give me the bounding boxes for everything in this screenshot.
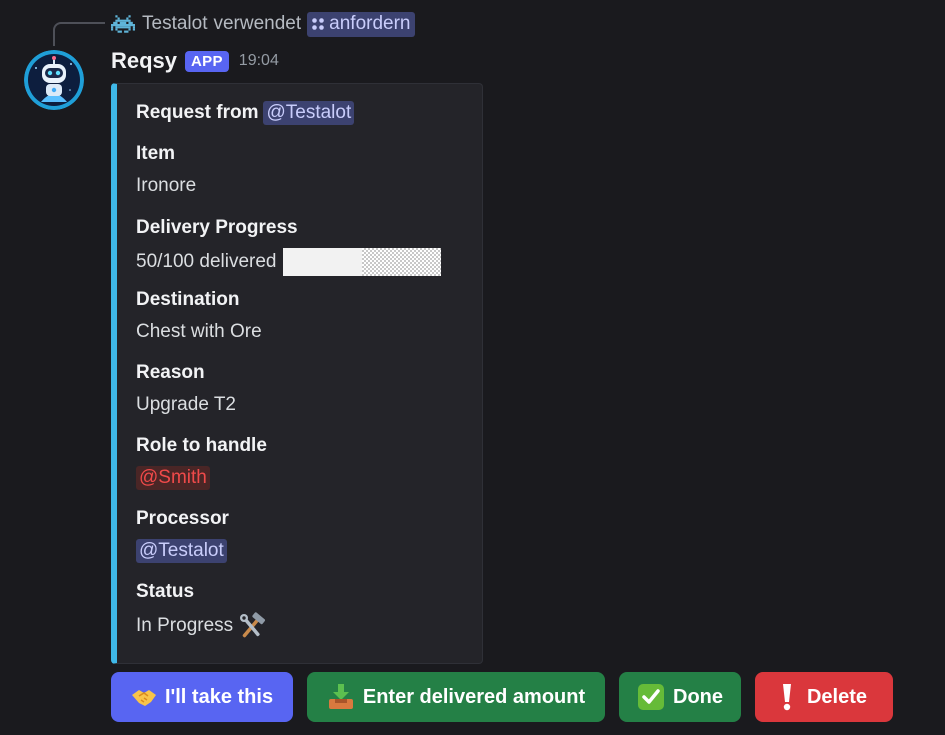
reason-label: Reason bbox=[136, 362, 205, 383]
progress-bar-empty bbox=[361, 248, 441, 276]
field-role: Role to handle @Smith bbox=[136, 434, 267, 490]
item-value: Ironore bbox=[136, 175, 197, 196]
progress-value: 50/100 delivered bbox=[136, 251, 277, 272]
reply-user[interactable]: Testalot bbox=[142, 13, 207, 35]
destination-value: Chest with Ore bbox=[136, 321, 262, 342]
space-invader-icon bbox=[111, 15, 135, 33]
reply-connector bbox=[53, 22, 105, 46]
status-value: In Progress bbox=[136, 615, 234, 636]
command-chip[interactable]: anfordern bbox=[307, 11, 415, 37]
destination-label: Destination bbox=[136, 289, 240, 310]
role-label: Role to handle bbox=[136, 435, 267, 456]
check-mark-icon bbox=[637, 683, 665, 711]
reply-action: verwendet bbox=[213, 13, 302, 34]
processor-label: Processor bbox=[136, 508, 229, 529]
done-button[interactable]: Done bbox=[619, 672, 741, 722]
author-name[interactable]: Reqsy bbox=[111, 48, 177, 74]
field-destination: Destination Chest with Ore bbox=[136, 288, 262, 344]
exclamation-icon bbox=[781, 683, 793, 711]
field-reason: Reason Upgrade T2 bbox=[136, 361, 236, 417]
status-label: Status bbox=[136, 581, 195, 602]
command-name: anfordern bbox=[329, 12, 411, 34]
delete-label: Delete bbox=[806, 685, 868, 708]
delete-button[interactable]: Delete bbox=[755, 672, 893, 722]
timestamp[interactable]: 19:04 bbox=[239, 52, 279, 70]
processor-mention[interactable]: @Testalot bbox=[136, 539, 227, 563]
field-item: Item Ironore bbox=[136, 142, 196, 198]
field-delivery-progress: Delivery Progress 50/100 delivered bbox=[136, 216, 441, 276]
field-status: Status In Progress bbox=[136, 580, 267, 640]
progress-bar-fill bbox=[282, 248, 362, 276]
hammer-and-wrench-icon bbox=[237, 612, 267, 640]
message-header: Reqsy APP 19:04 bbox=[111, 46, 279, 76]
request-from-mention[interactable]: @Testalot bbox=[263, 101, 355, 125]
enter-amount-label: Enter delivered amount bbox=[362, 685, 586, 708]
inbox-tray-icon bbox=[327, 684, 355, 710]
reply-context[interactable]: Testalot verwendet anfordern bbox=[111, 10, 415, 38]
enter-amount-button[interactable]: Enter delivered amount bbox=[307, 672, 605, 722]
progress-bar bbox=[282, 248, 441, 276]
request-from-label: Request from bbox=[136, 102, 259, 123]
request-embed: Request from @Testalot Item Ironore Deli… bbox=[111, 83, 483, 664]
app-badge: APP bbox=[185, 50, 229, 72]
app-command-icon bbox=[311, 17, 325, 31]
robot-avatar[interactable] bbox=[24, 50, 84, 110]
item-label: Item bbox=[136, 143, 176, 164]
field-processor: Processor @Testalot bbox=[136, 507, 229, 563]
progress-label: Delivery Progress bbox=[136, 217, 298, 238]
reason-value: Upgrade T2 bbox=[136, 394, 236, 415]
take-label: I'll take this bbox=[164, 685, 274, 708]
action-buttons: I'll take this Enter delivered amount Do… bbox=[111, 672, 893, 722]
done-label: Done bbox=[673, 685, 723, 708]
field-request-from: Request from @Testalot bbox=[136, 101, 355, 125]
take-button[interactable]: I'll take this bbox=[111, 672, 293, 722]
role-mention[interactable]: @Smith bbox=[136, 466, 210, 490]
handshake-icon bbox=[131, 687, 157, 707]
